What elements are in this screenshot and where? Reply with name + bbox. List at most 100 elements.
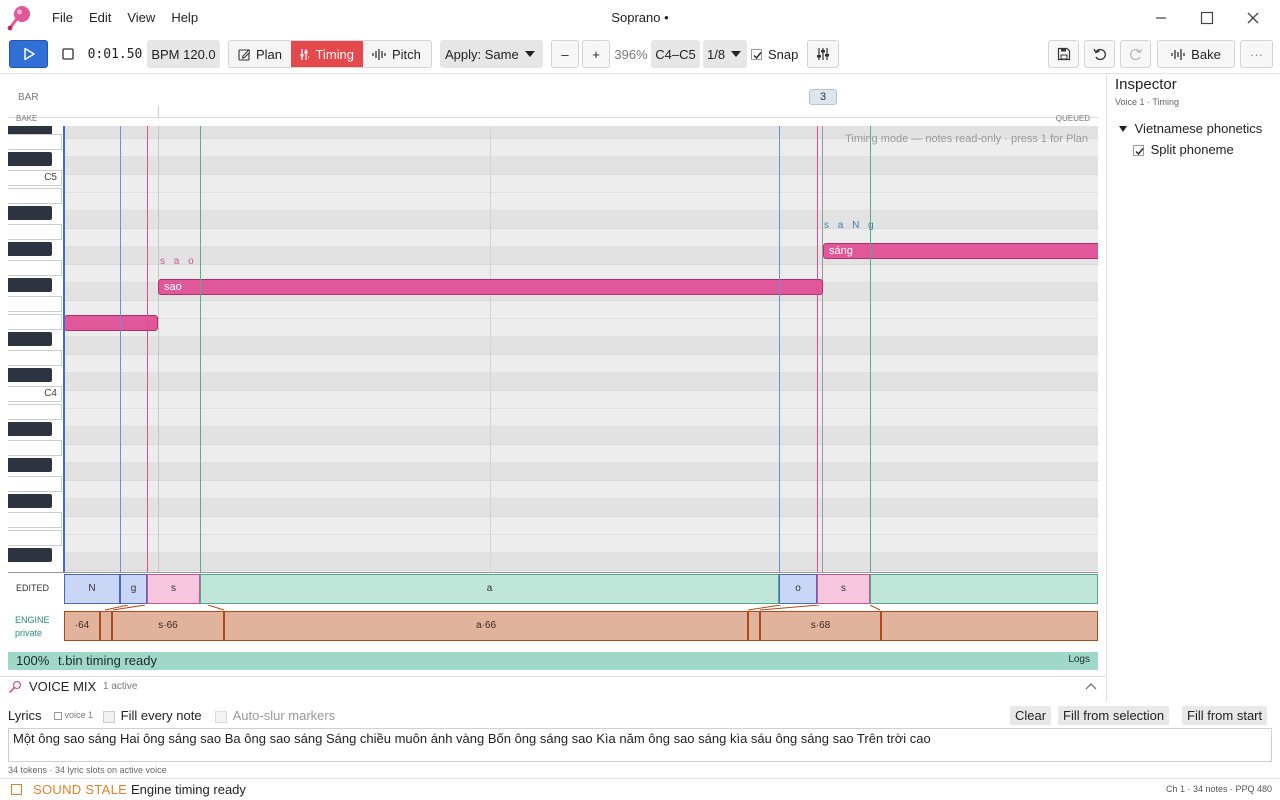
snap-toggle[interactable]: Snap [751,40,803,68]
piano-key[interactable] [8,278,52,292]
snap-checkbox[interactable] [751,48,762,60]
phoneme-cell[interactable] [870,574,1098,604]
piano-key[interactable] [8,242,52,256]
menu-edit[interactable]: Edit [81,0,119,36]
clear-lyrics-button[interactable]: Clear [1010,706,1052,725]
mode-pitch-button[interactable]: Pitch [363,41,431,67]
fill-from-selection-button[interactable]: Fill from selection [1058,706,1170,725]
piano-key-c4[interactable]: C4 [8,386,62,402]
split-phoneme-toggle[interactable]: Split phoneme [1133,142,1234,157]
phoneme-guide[interactable] [120,126,121,572]
split-phoneme-checkbox[interactable] [1133,145,1144,157]
redo-button[interactable] [1120,40,1151,68]
stop-button[interactable] [55,40,81,68]
mode-timing-button[interactable]: Timing [291,41,363,67]
logs-link[interactable]: Logs [1068,654,1090,665]
phoneme-guide[interactable] [817,126,818,572]
piano-key[interactable] [8,206,52,220]
vietnamese-phonetics-section[interactable]: Vietnamese phonetics [1119,121,1262,136]
auto-slur-checkbox[interactable] [215,710,227,723]
menu-file[interactable]: File [44,0,81,36]
voice-tag[interactable]: voice 1 [54,710,93,720]
close-button[interactable] [1238,6,1268,30]
bake-label: Bake [1191,46,1221,62]
piano-keyboard[interactable]: C5 C4 [8,126,64,572]
phoneme-cell[interactable]: o [779,574,817,604]
note-block[interactable]: sáng [823,243,1098,259]
piano-key[interactable] [8,152,52,166]
menu-view[interactable]: View [119,0,163,36]
zoom-out-button[interactable]: – [551,40,579,68]
play-button[interactable] [9,40,48,68]
piano-key[interactable] [8,350,62,366]
voice-mix-title: VOICE MIX [29,679,97,694]
phoneme-guide[interactable] [870,126,871,572]
voice-checkbox[interactable] [54,711,62,720]
piano-key[interactable] [8,332,52,346]
apply-dropdown[interactable]: Apply: Same [440,40,543,68]
phoneme-cell[interactable]: g [120,574,147,604]
bar-marker[interactable]: 3 [809,89,837,105]
piano-key-c5[interactable]: C5 [8,170,62,186]
edit-icon [238,48,250,61]
voice-mix-header[interactable]: VOICE MIX 1 active [0,676,1106,700]
lyrics-label: Lyrics [8,708,42,723]
phoneme-cell[interactable]: s [817,574,870,604]
note-block[interactable] [64,315,158,331]
phoneme-cell[interactable]: N [64,574,120,604]
piano-key[interactable] [8,368,52,382]
maximize-button[interactable] [1192,6,1222,30]
chevron-up-icon[interactable] [1085,682,1097,690]
piano-key[interactable] [8,548,52,562]
piano-key[interactable] [8,188,62,204]
phoneme-cell[interactable]: a [200,574,779,604]
more-button[interactable]: ··· [1240,40,1273,68]
piano-key[interactable] [8,422,52,436]
piano-key[interactable] [8,476,62,492]
piano-key[interactable] [8,530,62,546]
zoom-in-button[interactable]: + [582,40,610,68]
phoneme-guide[interactable] [147,126,148,572]
menu-help[interactable]: Help [163,0,206,36]
piano-key[interactable] [8,512,62,528]
waveform-icon [1171,48,1185,60]
piano-key[interactable] [8,296,62,312]
note-lyric: sao [164,281,182,293]
inspector-title: Inspector [1115,76,1177,93]
phoneme-guide[interactable] [200,126,201,572]
microphone-icon [8,680,22,694]
minimize-button[interactable] [1146,6,1176,30]
bake-button[interactable]: Bake [1157,40,1235,68]
bar-ruler[interactable]: BAR 3 [8,80,1098,118]
render-status-text: t.bin timing ready [58,653,157,668]
piano-key[interactable] [8,134,62,150]
beat-line [490,126,491,572]
undo-button[interactable] [1084,40,1115,68]
bpm-display[interactable]: BPM 120.0 [147,40,220,68]
beat-line [158,126,159,572]
play-icon [23,47,35,61]
phoneme-cell[interactable]: s [147,574,200,604]
mode-plan-button[interactable]: Plan [229,41,291,67]
inspector-subtitle: Voice 1 · Timing [1115,97,1180,107]
piano-key[interactable] [8,224,62,240]
grid-dropdown[interactable]: 1/8 [703,40,747,68]
voice-mix-badge: 1 active [103,681,138,692]
fill-from-start-button[interactable]: Fill from start [1182,706,1268,725]
piano-key[interactable] [8,404,62,420]
settings-button[interactable] [807,40,839,68]
lyrics-input[interactable]: Một ông sao sáng Hai ông sáng sao Ba ông… [8,728,1272,762]
range-display[interactable]: C4–C5 [651,40,700,68]
piano-key[interactable] [8,494,52,508]
save-button[interactable] [1048,40,1079,68]
fill-every-note-toggle[interactable]: Fill every note [103,708,202,723]
note-block[interactable]: sao [158,279,823,295]
piano-key[interactable] [8,440,62,456]
phoneme-guide[interactable] [779,126,780,572]
piano-key[interactable] [8,458,52,472]
piano-key[interactable] [8,260,62,276]
auto-slur-toggle[interactable]: Auto-slur markers [215,708,335,723]
fill-every-note-checkbox[interactable] [103,710,115,723]
piano-key[interactable] [8,314,62,330]
note-grid[interactable]: Timing mode — notes read-only · press 1 … [64,126,1098,572]
